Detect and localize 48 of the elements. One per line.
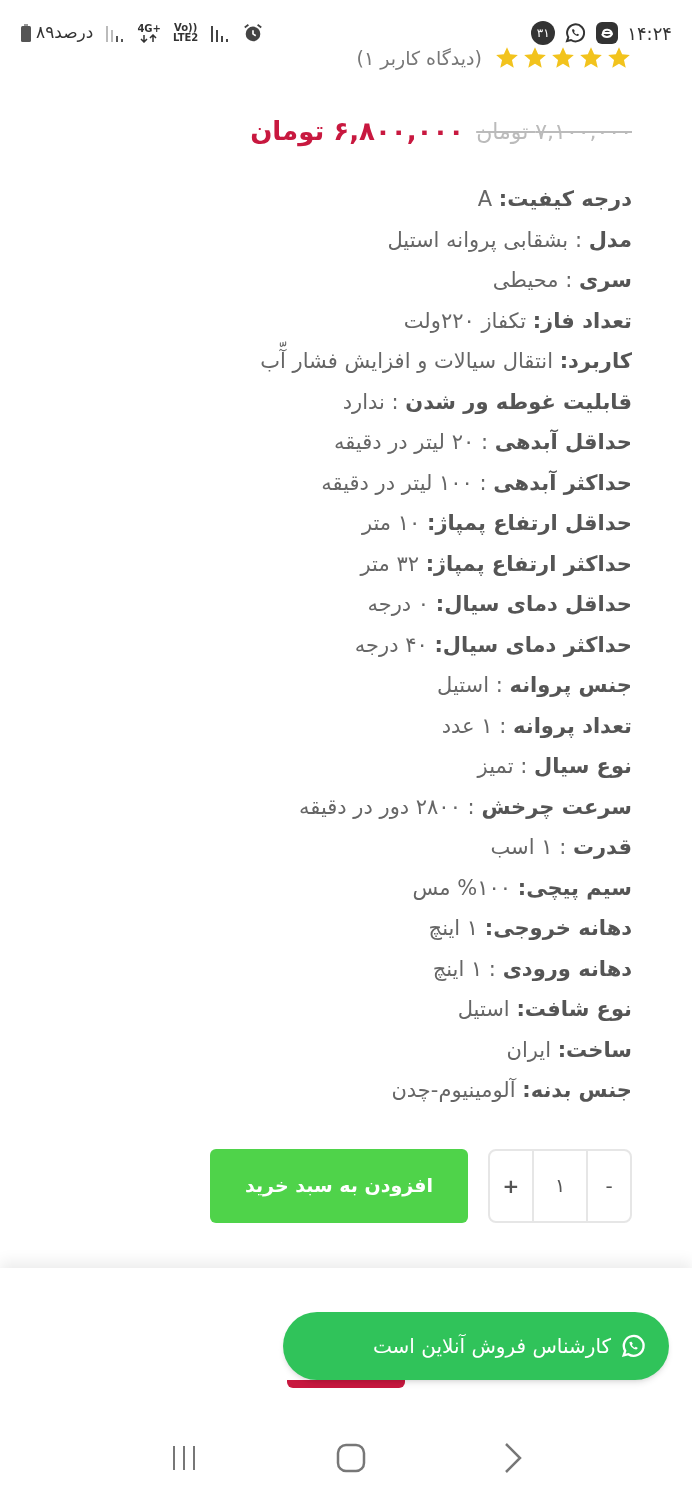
data-arrows-icon: [140, 33, 159, 43]
spec-line: تعداد فاز: تکفاز ۲۲۰ولت: [402, 307, 632, 335]
battery-text: ۸۹درصد: [36, 21, 94, 45]
star-icon: [522, 45, 548, 71]
spec-line: نوع سیال : تمیز: [475, 753, 632, 780]
whatsapp-icon: [563, 21, 588, 45]
spec-line: سری : محیطی: [491, 267, 632, 294]
spec-line: حداکثر ارتفاع پمپاژ: ۳۲ متر: [358, 550, 632, 578]
spec-line: تعداد پروانه : ۱ عدد: [440, 712, 632, 740]
network-type: 4G+: [137, 23, 161, 34]
quantity-stepper[interactable]: - ۱ +: [488, 1148, 632, 1223]
whatsapp-icon: [619, 1332, 647, 1360]
clock-time: ۱۴:۲۴: [627, 21, 672, 46]
spec-line: جنس بدنه: آلومینیوم-چدن: [390, 1077, 632, 1104]
star-icon: [578, 45, 604, 71]
review-count: (دیدگاه کاربر ۱): [356, 45, 482, 72]
signal-icon: [105, 24, 126, 42]
spec-line: حداقل ارتفاع پمپاژ: ۱۰ متر: [360, 510, 632, 537]
spec-line: قابلیت غوطه ور شدن : ندارد: [341, 388, 632, 416]
spec-line: ساخت: ایران: [505, 1036, 632, 1064]
star-icon: [606, 45, 632, 71]
home-icon[interactable]: [336, 1443, 366, 1473]
back-icon[interactable]: [503, 1441, 524, 1475]
old-price: ۷,۱۰۰,۰۰۰ تومان: [476, 118, 632, 146]
spec-line: دهانه ورودی : ۱ اینچ: [431, 955, 632, 983]
lte-label: LTE2: [172, 33, 199, 43]
increase-button[interactable]: +: [490, 1150, 532, 1221]
spec-line: جنس پروانه : استیل: [436, 672, 632, 699]
spec-line: حداکثر دمای سیال: ۴۰ درجه: [353, 631, 632, 659]
star-icon: [494, 45, 520, 71]
battery-icon: [20, 23, 32, 43]
spec-line: نوع شافت: استیل: [456, 996, 632, 1023]
spec-line: سیم پیچی: ۱۰۰% مس: [411, 874, 632, 902]
current-price: ۶,۸۰۰,۰۰۰ تومان: [250, 115, 465, 149]
star-icon: [550, 45, 576, 71]
spec-line: مدل : بشقابی پروانه استیل: [386, 226, 632, 254]
spec-line: کاربرد: انتقال سیالات و افزایش فشار آّب: [24, 341, 632, 382]
app-icon: [595, 21, 620, 45]
spec-line: سرعت چرخش : ۲۸۰۰ دور در دقیقه: [298, 793, 632, 821]
spec-line: دهانه خروجی: ۱ اینچ: [427, 915, 632, 942]
spec-line: حداقل آبدهی : ۲۰ لیتر در دقیقه: [332, 428, 632, 456]
spec-line: حداکثر آبدهی : ۱۰۰ لیتر در دقیقه: [320, 469, 632, 497]
notification-badge: ۳۱: [531, 21, 556, 45]
volte-label: Vo)): [174, 23, 198, 33]
spec-line: قدرت : ۱ اسب: [489, 834, 632, 861]
signal-icon: [210, 24, 231, 42]
spec-line: حداقل دمای سیال: ۰ درجه: [366, 591, 632, 618]
decrease-button[interactable]: -: [588, 1150, 630, 1221]
